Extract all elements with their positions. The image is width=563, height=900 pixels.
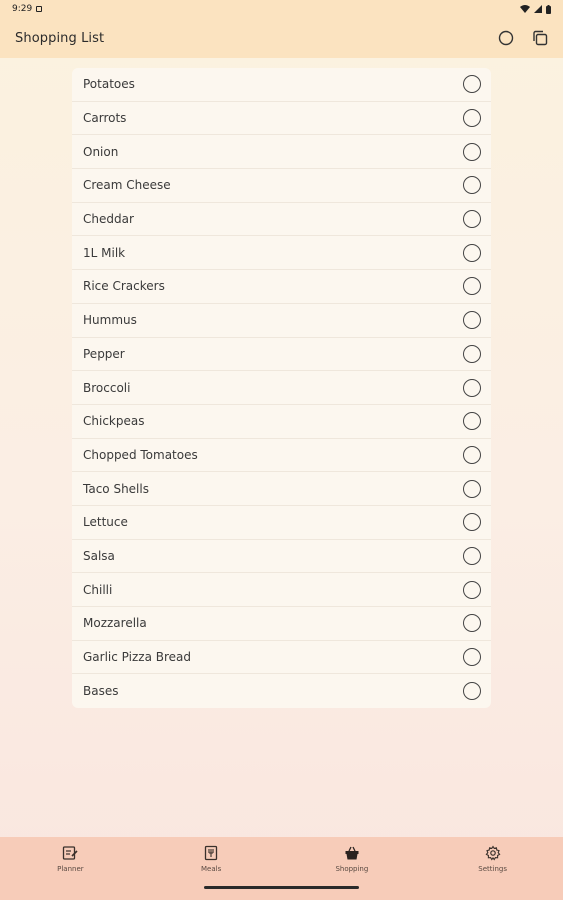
list-item[interactable]: Cheddar [72, 203, 491, 237]
nav-label: Settings [478, 865, 507, 873]
list-item[interactable]: Lettuce [72, 506, 491, 540]
item-label: Carrots [83, 111, 127, 126]
checkbox[interactable] [463, 614, 481, 633]
list-item[interactable]: Chilli [72, 573, 491, 607]
nav-item-settings[interactable]: Settings [443, 844, 543, 873]
list-item[interactable]: Onion [72, 135, 491, 170]
checkbox[interactable] [463, 479, 481, 498]
status-right [520, 4, 551, 14]
planner-icon [61, 844, 79, 862]
top-actions [496, 28, 550, 48]
status-bar: 9:29 [0, 0, 563, 18]
nav-item-meals[interactable]: Meals [161, 844, 261, 873]
checkbox[interactable] [463, 109, 481, 128]
item-label: Cream Cheese [83, 178, 171, 193]
item-label: Garlic Pizza Bread [83, 650, 191, 665]
circle-icon [498, 30, 514, 46]
checkbox[interactable] [463, 243, 481, 262]
checkbox[interactable] [463, 580, 481, 599]
list-item[interactable]: Bases [72, 674, 491, 708]
list-item[interactable]: Carrots [72, 102, 491, 136]
battery-icon [546, 4, 551, 14]
checkbox[interactable] [463, 142, 481, 161]
list-item[interactable]: Potatoes [72, 68, 491, 102]
item-label: Cheddar [83, 212, 134, 227]
checkbox[interactable] [463, 682, 481, 701]
nav-label: Meals [201, 865, 222, 873]
checkbox[interactable] [463, 210, 481, 229]
nav-item-planner[interactable]: Planner [20, 844, 120, 873]
status-time: 9:29 [12, 4, 33, 14]
home-indicator[interactable] [204, 886, 359, 889]
circle-action-button[interactable] [496, 28, 516, 48]
meals-icon [202, 844, 220, 862]
item-label: Pepper [83, 346, 125, 361]
list-item[interactable]: Chickpeas [72, 405, 491, 439]
item-label: Chopped Tomatoes [83, 447, 198, 462]
checkbox[interactable] [463, 648, 481, 667]
checkbox[interactable] [463, 513, 481, 532]
nav-label: Shopping [335, 865, 369, 873]
item-label: Mozzarella [83, 616, 147, 631]
item-label: Lettuce [83, 515, 128, 530]
checkbox[interactable] [463, 546, 481, 565]
item-label: Bases [83, 684, 119, 699]
checkbox[interactable] [463, 311, 481, 330]
copy-icon [533, 30, 548, 46]
item-label: Hummus [83, 313, 137, 328]
checkbox[interactable] [463, 344, 481, 363]
list-item[interactable]: 1L Milk [72, 236, 491, 271]
bottom-navigation: Planner Meals Shopping Settings [0, 837, 563, 900]
checkbox[interactable] [463, 378, 481, 397]
shopping-basket-icon [343, 844, 361, 862]
cellular-icon [534, 5, 542, 13]
notification-icon [36, 6, 43, 12]
wifi-icon [520, 5, 530, 13]
item-label: Potatoes [83, 77, 135, 92]
item-label: Chilli [83, 582, 113, 597]
item-label: Broccoli [83, 380, 131, 395]
item-label: Rice Crackers [83, 279, 165, 294]
list-item[interactable]: Taco Shells [72, 472, 491, 506]
top-app-bar: Shopping List [0, 18, 563, 58]
nav-item-shopping[interactable]: Shopping [302, 844, 402, 873]
list-item[interactable]: Rice Crackers [72, 270, 491, 304]
item-label: 1L Milk [83, 245, 126, 260]
list-item[interactable]: Broccoli [72, 371, 491, 405]
item-label: Taco Shells [83, 481, 149, 496]
list-item[interactable]: Hummus [72, 304, 491, 338]
shopping-list: Potatoes Carrots Onion Cream Cheese Ched… [72, 68, 491, 709]
list-item[interactable]: Mozzarella [72, 607, 491, 641]
list-item[interactable]: Pepper [72, 338, 491, 372]
list-item[interactable]: Salsa [72, 540, 491, 574]
item-label: Salsa [83, 548, 115, 563]
item-label: Onion [83, 144, 119, 159]
checkbox[interactable] [463, 445, 481, 464]
list-item[interactable]: Cream Cheese [72, 169, 491, 203]
copy-button[interactable] [530, 28, 550, 48]
list-item[interactable]: Chopped Tomatoes [72, 439, 491, 473]
list-item[interactable]: Garlic Pizza Bread [72, 641, 491, 675]
status-left: 9:29 [12, 4, 43, 14]
checkbox[interactable] [463, 176, 481, 195]
checkbox[interactable] [463, 75, 481, 94]
page-title: Shopping List [15, 30, 105, 46]
nav-label: Planner [57, 865, 84, 873]
checkbox[interactable] [463, 277, 481, 296]
checkbox[interactable] [463, 412, 481, 431]
gear-icon [484, 844, 502, 862]
item-label: Chickpeas [83, 414, 145, 429]
